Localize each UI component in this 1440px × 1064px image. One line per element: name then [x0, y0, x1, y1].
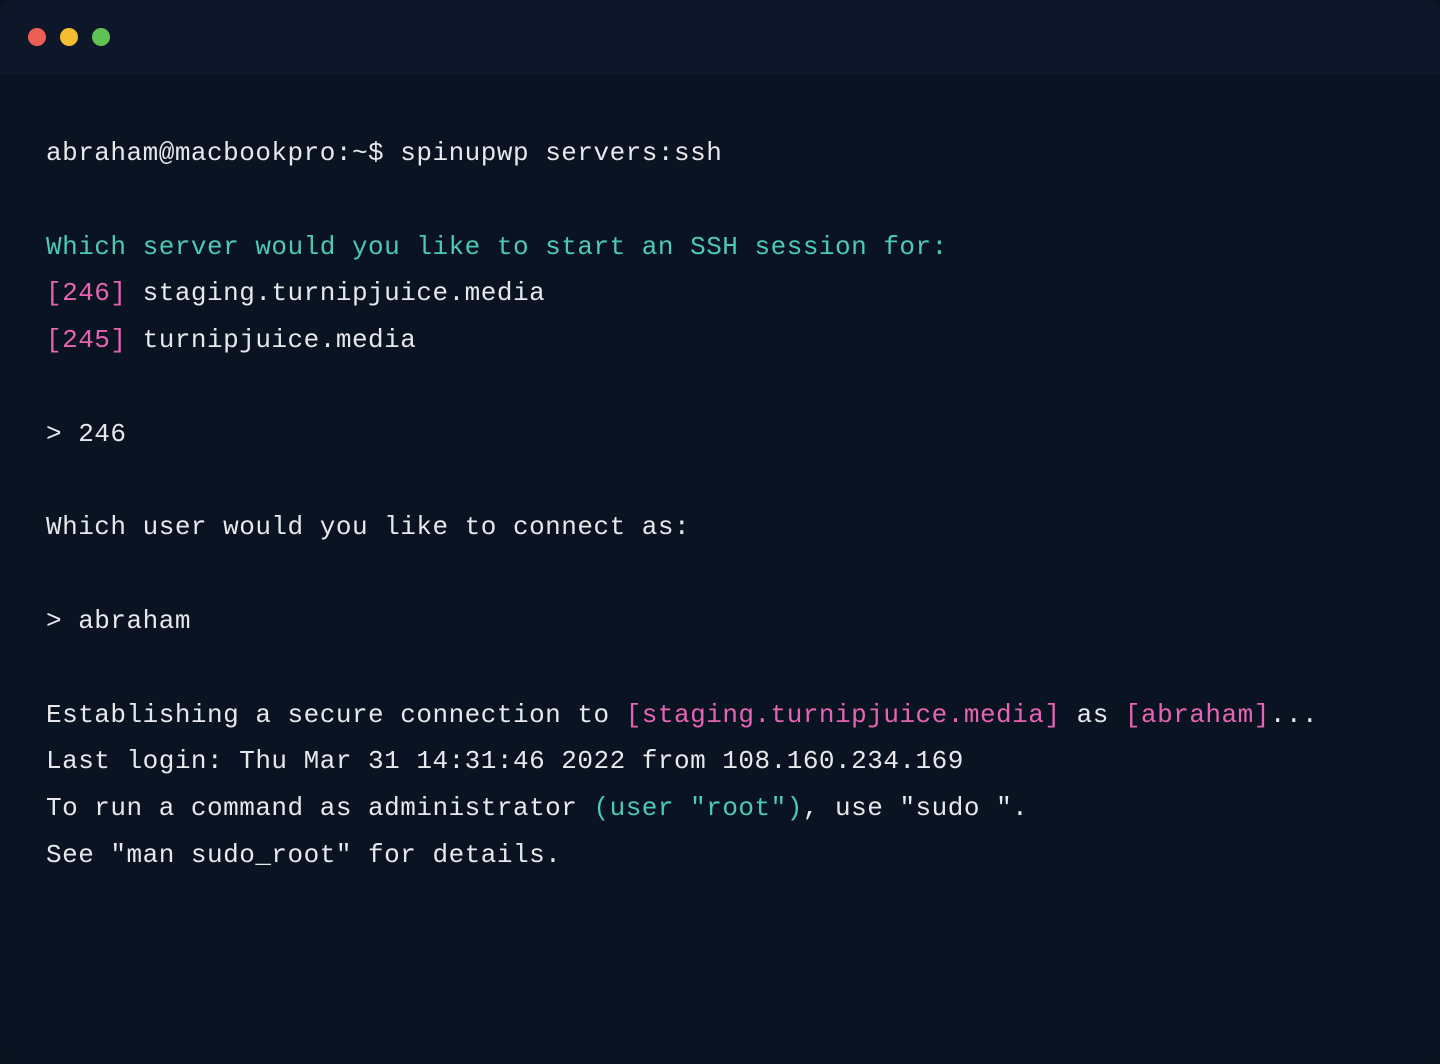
server-option-0: [246] staging.turnipjuice.media: [46, 270, 1394, 317]
minimize-icon[interactable]: [60, 28, 78, 46]
server-option-1: [245] turnipjuice.media: [46, 317, 1394, 364]
command-text: spinupwp servers:ssh: [400, 138, 722, 168]
connect-user: [abraham]: [1125, 700, 1270, 730]
server-answer: > 246: [46, 411, 1394, 458]
blank-line: [46, 364, 1394, 411]
server-name-1: turnipjuice.media: [127, 325, 417, 355]
server-question: Which server would you like to start an …: [46, 224, 1394, 271]
close-icon[interactable]: [28, 28, 46, 46]
blank-line: [46, 645, 1394, 692]
connect-prefix: Establishing a secure connection to: [46, 700, 626, 730]
blank-line: [46, 551, 1394, 598]
blank-line: [46, 177, 1394, 224]
server-id-0: [246]: [46, 278, 127, 308]
connect-host: [staging.turnipjuice.media]: [626, 700, 1061, 730]
user-question: Which user would you like to connect as:: [46, 504, 1394, 551]
blank-line: [46, 458, 1394, 505]
see-details: See "man sudo_root" for details.: [46, 832, 1394, 879]
connect-line: Establishing a secure connection to [sta…: [46, 692, 1394, 739]
connect-suffix: ...: [1270, 700, 1318, 730]
terminal-window: abraham@macbookpro:~$ spinupwp servers:s…: [0, 0, 1440, 1064]
titlebar: [0, 0, 1440, 74]
last-login: Last login: Thu Mar 31 14:31:46 2022 fro…: [46, 738, 1394, 785]
terminal-content[interactable]: abraham@macbookpro:~$ spinupwp servers:s…: [0, 74, 1440, 935]
user-answer: > abraham: [46, 598, 1394, 645]
command-prompt-line: abraham@macbookpro:~$ spinupwp servers:s…: [46, 130, 1394, 177]
admin-paren: (user "root"): [594, 793, 803, 823]
server-id-1: [245]: [46, 325, 127, 355]
admin-prefix: To run a command as administrator: [46, 793, 594, 823]
admin-suffix: , use "sudo ".: [803, 793, 1028, 823]
zoom-icon[interactable]: [92, 28, 110, 46]
admin-line: To run a command as administrator (user …: [46, 785, 1394, 832]
server-name-0: staging.turnipjuice.media: [127, 278, 546, 308]
connect-mid: as: [1060, 700, 1124, 730]
prompt-prefix: abraham@macbookpro:~$: [46, 138, 400, 168]
